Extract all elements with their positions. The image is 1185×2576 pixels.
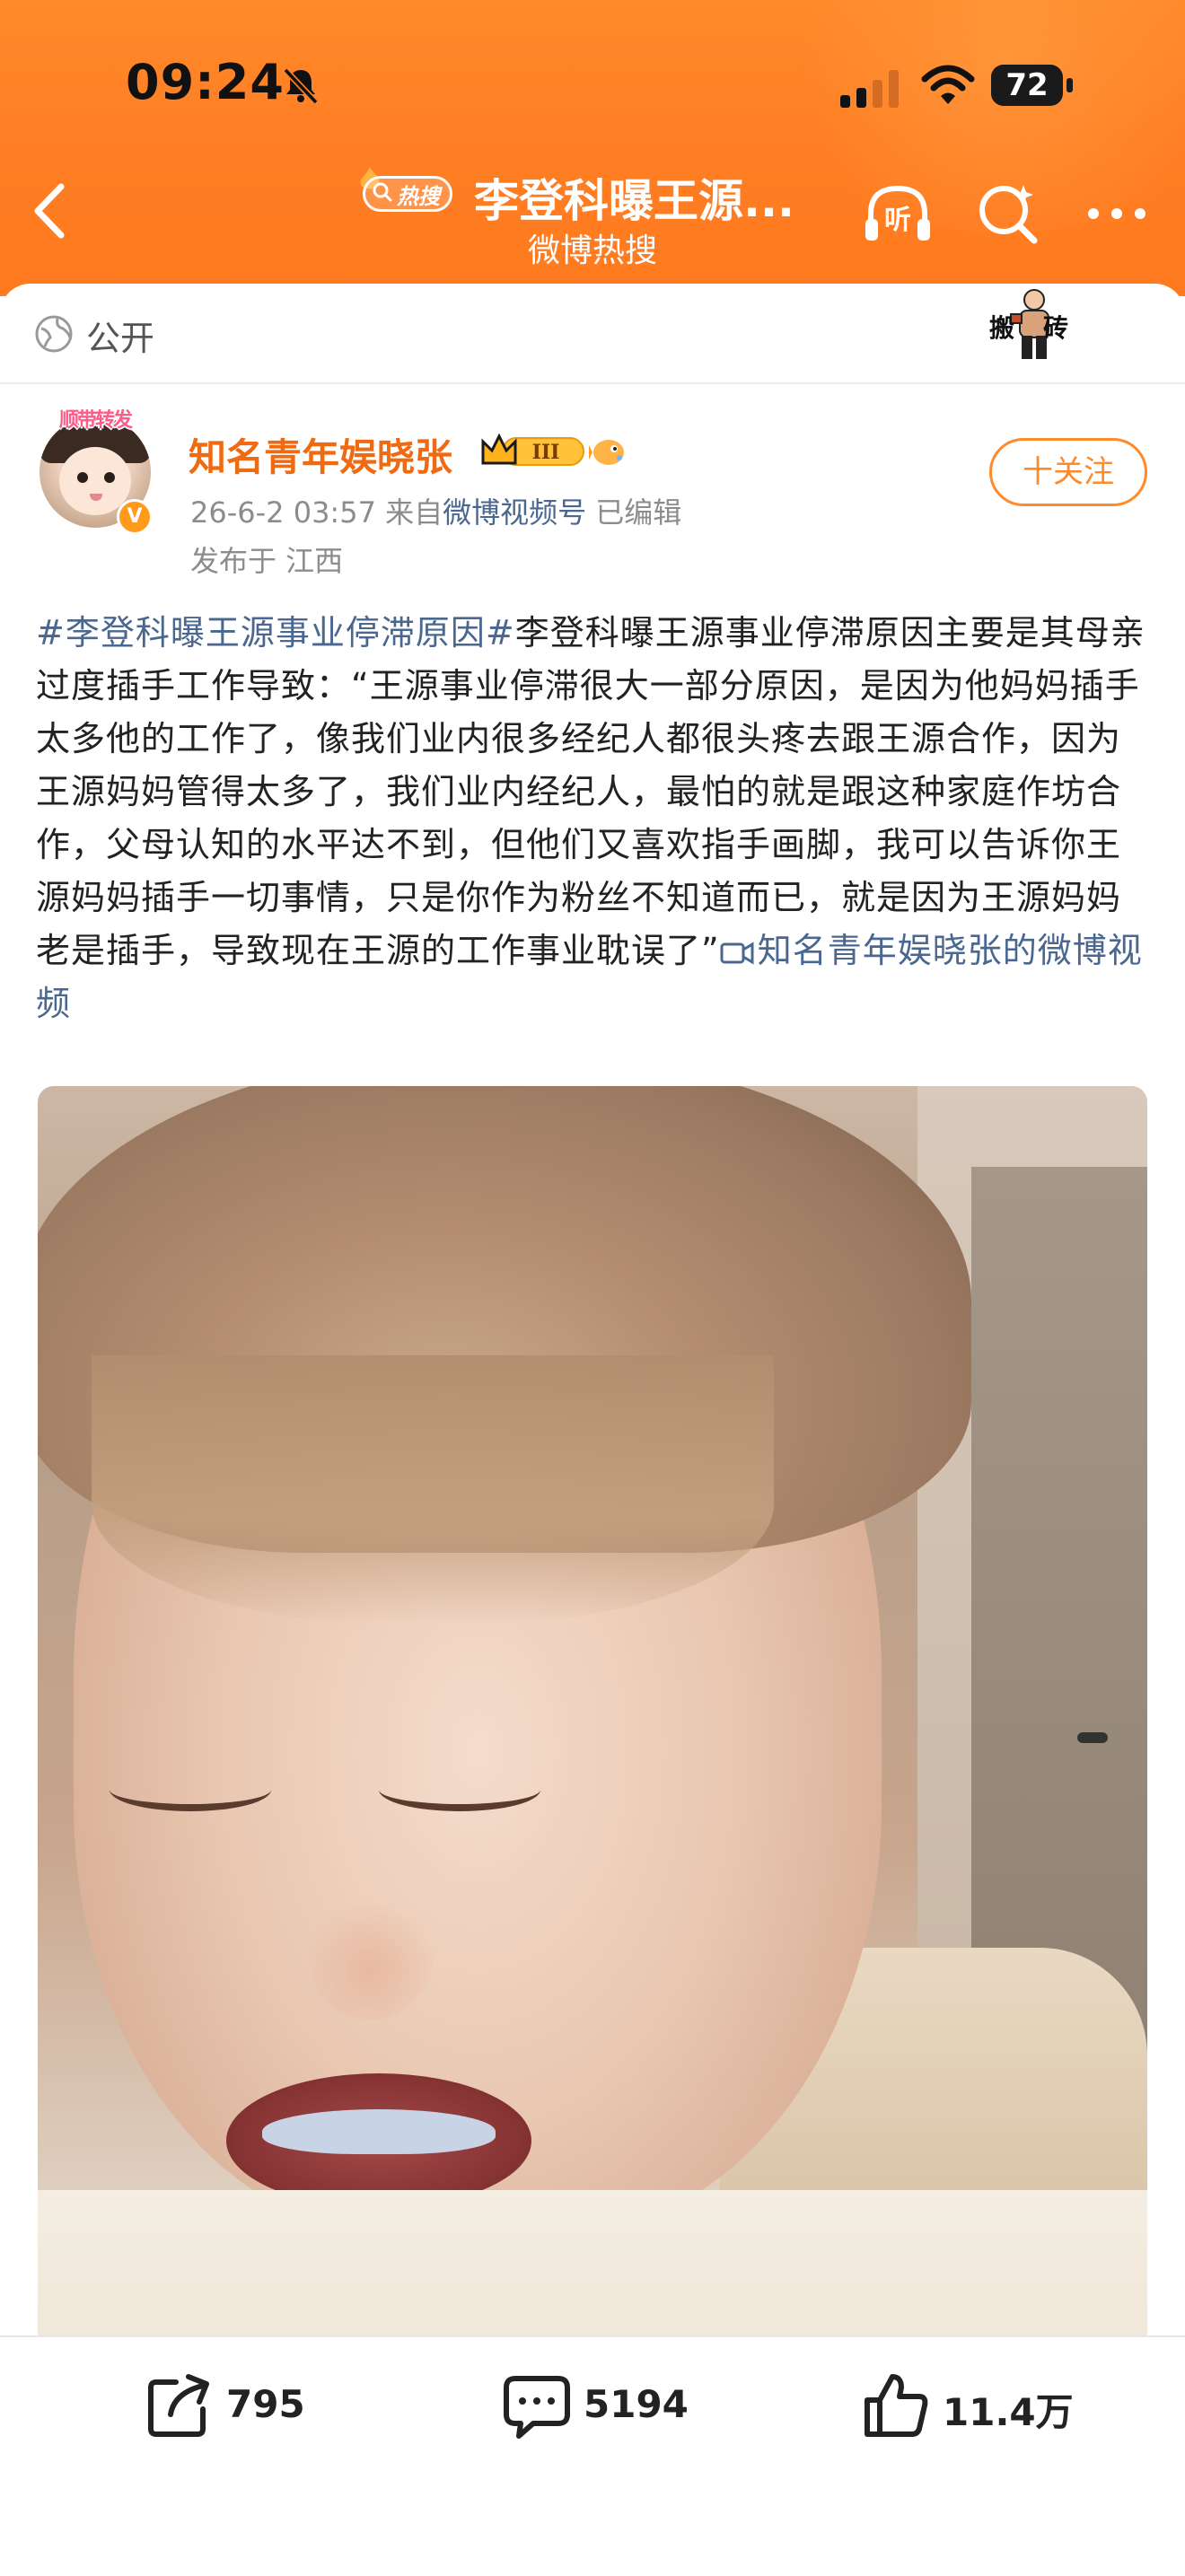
wifi-icon — [921, 65, 975, 104]
battery-indicator: 72 — [991, 65, 1074, 106]
avatar-eye-right — [104, 472, 115, 483]
avatar-eye-left — [77, 472, 88, 483]
video-door-knob — [1077, 1732, 1108, 1743]
hot-badge-text: 热搜 — [397, 184, 440, 209]
video-eye-right — [379, 1768, 540, 1811]
post-hashtag[interactable]: #李登科曝王源事业停滞原因# — [36, 613, 515, 653]
like-count: 11.4万 — [943, 2390, 1074, 2434]
video-teeth — [262, 2109, 496, 2154]
status-time: 09:24 — [126, 54, 285, 110]
share-button[interactable]: 795 — [144, 2370, 341, 2441]
sticker-emoji: 搬 砖 — [984, 284, 1083, 364]
search-icon[interactable] — [971, 178, 1043, 250]
video-nose — [307, 1894, 433, 2020]
sticker-text-1: 搬 — [989, 313, 1015, 343]
video-eye-left — [110, 1768, 271, 1811]
share-icon — [148, 2374, 209, 2437]
hot-search-badge: 热搜 — [357, 167, 456, 215]
thumbs-up-icon — [865, 2374, 928, 2437]
svg-text:听: 听 — [884, 205, 911, 236]
video-hair-fringe — [92, 1355, 774, 1625]
post-source-link[interactable]: 微博视频号 — [443, 495, 586, 530]
post-meta-line: 26-6-2 03:57 来自微博视频号 已编辑 — [190, 490, 681, 531]
battery-percent: 72 — [1005, 67, 1049, 103]
share-count: 795 — [226, 2382, 305, 2426]
comment-button[interactable]: 5194 — [501, 2370, 716, 2441]
video-link-icon — [720, 942, 754, 965]
globe-icon — [35, 315, 73, 353]
battery-body: 72 — [991, 65, 1063, 106]
author-name[interactable]: 知名青年娱晓张 — [189, 427, 452, 482]
source-prefix: 来自 — [385, 495, 443, 530]
pufferfish-icon — [589, 440, 624, 465]
listen-headphone-icon[interactable]: 听 — [862, 178, 934, 250]
level-crown-badge-icon: III — [481, 433, 584, 466]
more-dots-icon[interactable] — [1081, 178, 1153, 250]
comment-bubble-icon — [504, 2376, 570, 2439]
follow-button[interactable]: 十关注 — [989, 438, 1147, 506]
video-player[interactable] — [38, 1086, 1147, 2335]
post-text: 李登科曝王源事业停滞原因主要是其母亲过度插手工作导致：“王源事业停滞很大一部分原… — [36, 613, 1146, 970]
battery-cap — [1066, 78, 1073, 92]
level-text: III — [532, 441, 560, 464]
post-location: 发布于 江西 — [190, 544, 344, 578]
page-subtitle-text: 微博热搜 — [527, 232, 657, 269]
cellular-signal-icon — [840, 70, 899, 108]
verified-badge: V — [117, 499, 153, 535]
visibility-label: 公开 — [86, 319, 155, 358]
verified-mark: V — [127, 505, 143, 528]
avatar-banner-text: 顺带转发 — [58, 409, 133, 432]
like-button[interactable]: 11.4万 — [860, 2370, 1093, 2441]
silent-bell-icon — [283, 67, 319, 105]
post-body: #李登科曝王源事业停滞原因#李登科曝王源事业停滞原因主要是其母亲过度插手工作导致… — [36, 607, 1149, 1030]
video-shirt — [38, 2190, 1147, 2335]
comment-count: 5194 — [584, 2382, 689, 2426]
post-time: 26-6-2 03:57 — [190, 495, 376, 530]
edited-label: 已编辑 — [595, 495, 682, 530]
follow-button-label: 十关注 — [1023, 454, 1114, 490]
search-small-icon — [373, 182, 392, 202]
sticker-text-2: 砖 — [1043, 313, 1069, 343]
page-title: 李登科曝王源... — [474, 175, 794, 227]
